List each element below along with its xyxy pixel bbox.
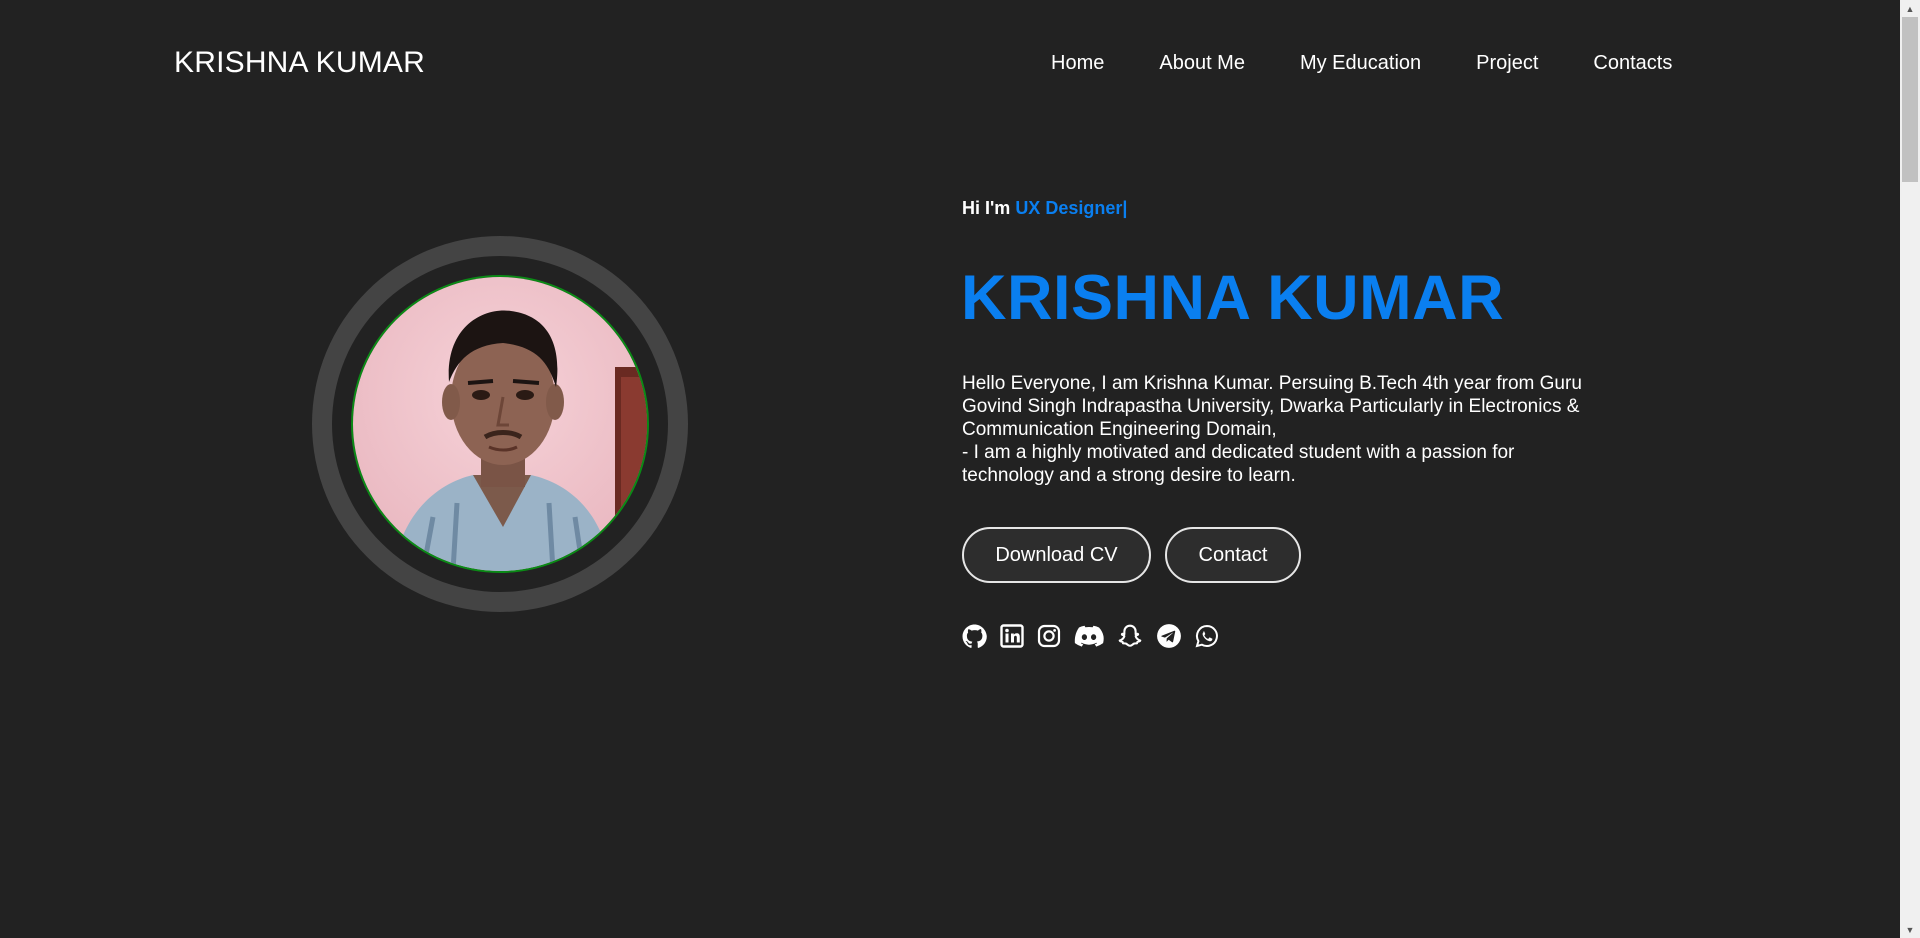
scroll-up-arrow-icon[interactable]: ▲ [1900,0,1920,17]
hero-bio: Hello Everyone, I am Krishna Kumar. Pers… [962,372,1592,487]
instagram-icon[interactable] [1037,624,1061,648]
whatsapp-icon[interactable] [1195,624,1219,648]
vertical-scrollbar[interactable]: ▲ ▼ [1900,0,1920,938]
scroll-down-arrow-icon[interactable]: ▼ [1900,921,1920,938]
contact-button[interactable]: Contact [1165,527,1301,583]
snapchat-icon[interactable] [1117,623,1143,649]
nav-my-education[interactable]: My Education [1300,52,1421,75]
site-logo[interactable]: KRISHNA KUMAR [174,46,425,80]
github-icon[interactable] [962,624,987,649]
role-text: UX Designer| [1015,198,1128,218]
download-cv-button[interactable]: Download CV [962,527,1151,583]
linkedin-icon[interactable] [1000,624,1024,648]
nav-about-me[interactable]: About Me [1159,52,1245,75]
hero-name: KRISHNA KUMAR [961,263,1505,333]
social-links [962,623,1232,649]
nav-project[interactable]: Project [1476,52,1538,75]
bio-paragraph: - I am a highly motivated and dedicated … [962,442,1515,486]
page: KRISHNA KUMAR Home About Me My Education… [0,0,1899,938]
profile-ring [312,236,688,612]
nav-home[interactable]: Home [1051,52,1104,75]
profile-photo [351,275,649,573]
bio-paragraph: Hello Everyone, I am Krishna Kumar. Pers… [962,373,1582,440]
scroll-thumb[interactable] [1902,17,1918,182]
discord-icon[interactable] [1074,624,1104,648]
greeting-text: Hi I'm [962,198,1011,218]
nav-contacts[interactable]: Contacts [1593,52,1672,75]
hero-greeting: Hi I'm UX Designer| [962,198,1127,219]
telegram-icon[interactable] [1156,623,1182,649]
main-nav: Home About Me My Education Project Conta… [1051,52,1672,75]
